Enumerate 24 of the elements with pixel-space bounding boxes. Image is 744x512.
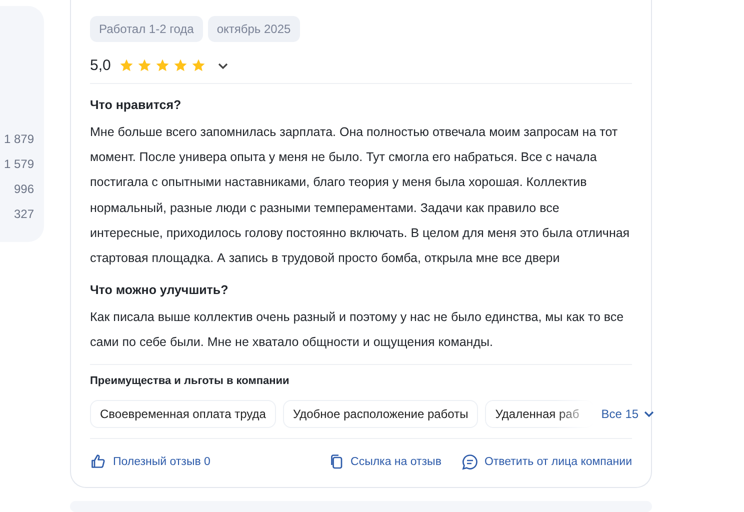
benefits-heading: Преимущества и льготы в компании (90, 374, 290, 387)
section-heading: Что нравится? (90, 98, 182, 112)
like-action-button[interactable]: Полезный отзыв 0 (90, 452, 210, 471)
tag: Работал 1-2 года (90, 16, 203, 42)
benefit-chip: Удобное расположение работы (282, 400, 478, 428)
tag: октябрь 2025 (208, 16, 300, 42)
star-icon (172, 58, 188, 73)
star-icon (118, 58, 134, 73)
count-label: 1 879 (4, 131, 34, 148)
rating-value: 5,0 (90, 57, 111, 74)
star-icon (154, 58, 170, 73)
review-text: Как писала выше коллектив очень разный и поэтому у нас не было единства, мы как то все сами по себе были. Мне не хватало общности и ощущения команды. (90, 309, 625, 352)
show-all-button[interactable]: Все 15 (601, 406, 655, 421)
count-label: 1 579 (4, 156, 34, 173)
chat-bubble-icon (461, 452, 480, 471)
star-icon (190, 58, 206, 73)
section-heading: Что можно улучшить? (90, 283, 230, 298)
reply-action-button[interactable]: Ответить от лица компании (461, 452, 632, 471)
count-label: 327 (14, 206, 34, 223)
benefit-chip: Своевременная оплата труда (90, 400, 276, 428)
review-text: Мне больше всего запомнилась зарплата. Она полностью отвечала моим запросам на тот момент. После универа опыта у меня не было. Тут смогла его набраться. Все с начала постигала с опытными наставниками, благо теория у меня была хорошая. Коллектив нормальный, разные люди с разными темпераментами. Задачи как правило все интересные, приходилось голову постоянно включать. В целом для меня это была отличная стартовая площадка. А запись в трудовой просто бомба, открыла мне все двери (90, 124, 631, 268)
link-action-button[interactable]: Ссылка на отзыв (328, 452, 442, 471)
star-icon (136, 58, 152, 73)
count-label: 996 (14, 181, 34, 198)
